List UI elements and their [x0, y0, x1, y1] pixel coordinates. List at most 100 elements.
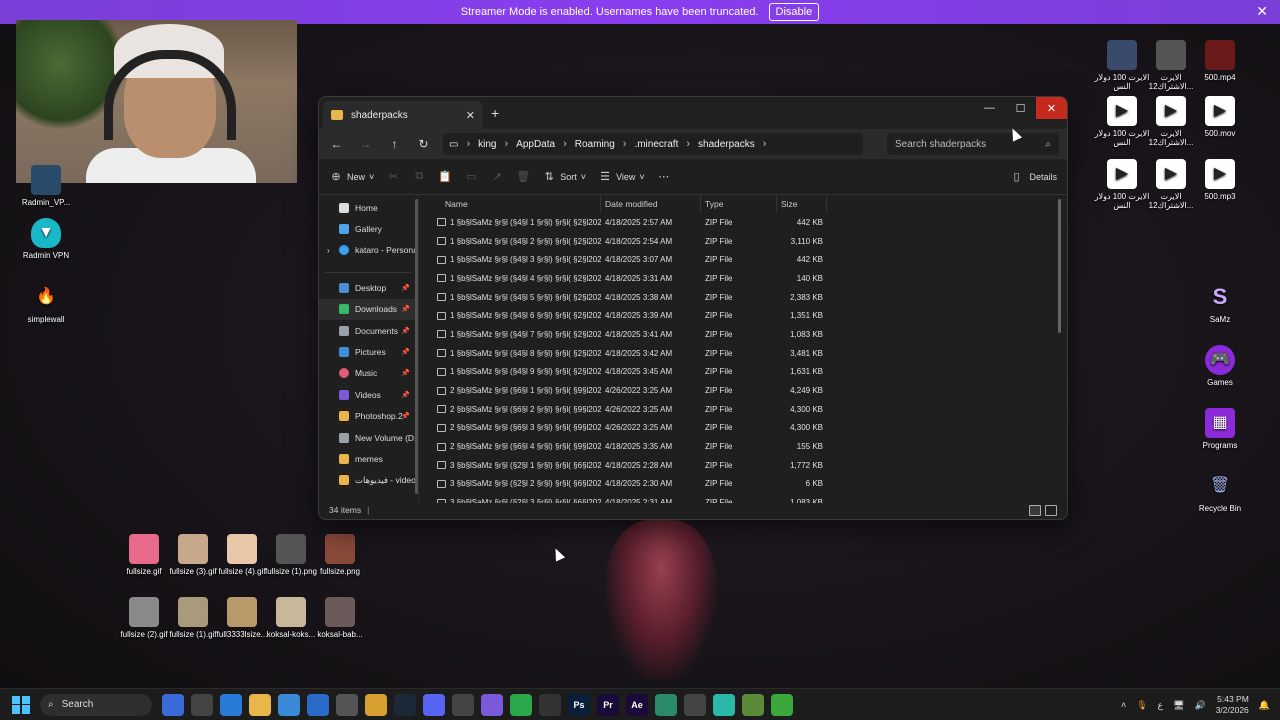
table-row[interactable]: 3 §b§lSaMz §r§l (§2§l 1 §r§l) §r§l( §6§l…	[419, 456, 1067, 475]
column-header-type[interactable]: Type	[701, 195, 777, 213]
delete-icon[interactable]: 🗑	[516, 170, 530, 184]
share-icon[interactable]: ↗	[490, 170, 504, 184]
notification-icon[interactable]: 🔔	[1259, 700, 1270, 711]
breadcrumb-item[interactable]: AppData	[516, 139, 555, 150]
close-icon[interactable]: ✕	[1256, 3, 1268, 20]
table-row[interactable]: 1 §b§lSaMz §r§l (§4§l 7 §r§l) §r§l( §2§l…	[419, 325, 1067, 344]
table-row[interactable]: 2 §b§lSaMz §r§l (§6§l 3 §r§l) §r§l( §9§l…	[419, 419, 1067, 438]
rename-icon[interactable]: ▭	[464, 170, 478, 184]
back-button[interactable]: ←	[327, 133, 346, 155]
sidebar-item-downloads[interactable]: Downloads 📌	[319, 298, 418, 320]
chevron-right-icon[interactable]: ›	[327, 246, 330, 255]
desktop-icon-simplewall[interactable]: 🔥 simplewall	[14, 282, 78, 324]
photoshop-icon[interactable]: Ps	[568, 693, 590, 716]
sidebar-item-onedrive[interactable]: › kataro - Persona	[319, 240, 418, 261]
desktop-icon-samz[interactable]: S SaMz	[1188, 282, 1252, 324]
settings-icon[interactable]	[336, 693, 358, 716]
table-row[interactable]: 1 §b§lSaMz §r§l (§4§l 4 §r§l) §r§l( §2§l…	[419, 269, 1067, 288]
nav-scrollbar[interactable]	[415, 199, 418, 494]
desktop-icon-right-8[interactable]: ▶ 500.mp3	[1188, 159, 1252, 201]
table-row[interactable]: 1 §b§lSaMz §r§l (§4§l 6 §r§l) §r§l( §2§l…	[419, 306, 1067, 325]
refresh-button[interactable]: ↻	[414, 133, 433, 155]
table-row[interactable]: 2 §b§lSaMz §r§l (§6§l 4 §r§l) §r§l( §9§l…	[419, 437, 1067, 456]
desktop-icon-right-5[interactable]: ▶ 500.mov	[1188, 96, 1252, 138]
tool-icon[interactable]	[655, 693, 677, 716]
cut-icon[interactable]: ✂	[386, 170, 400, 184]
minecraft-icon[interactable]	[742, 693, 764, 716]
table-row[interactable]: 2 §b§lSaMz §r§l (§6§l 1 §r§l) §r§l( §9§l…	[419, 381, 1067, 400]
desktop-icon-right-2[interactable]: 500.mp4	[1188, 40, 1252, 82]
tab-close-icon[interactable]: ✕	[466, 109, 475, 122]
store-icon[interactable]	[278, 693, 300, 716]
start-button[interactable]	[12, 695, 30, 714]
discord-icon[interactable]	[423, 693, 445, 716]
details-button[interactable]: ▯ Details	[1009, 170, 1057, 184]
premiere-icon[interactable]: Pr	[597, 693, 619, 716]
sidebar-item-new-volume[interactable]: New Volume (D:	[319, 427, 418, 448]
desktop-icon-programs[interactable]: ▦ Programs	[1188, 408, 1252, 450]
network-icon[interactable]: 🖥	[1173, 700, 1184, 711]
creeper-icon[interactable]	[771, 693, 793, 716]
clock[interactable]: 5:43 PM 3/2/2026	[1216, 694, 1249, 715]
desktop-icon-bottom-4[interactable]: fullsize.png	[308, 534, 372, 576]
disable-button[interactable]: Disable	[768, 3, 820, 21]
radmin-icon[interactable]	[713, 693, 735, 716]
chrome-icon[interactable]	[365, 693, 387, 716]
sidebar-item-music[interactable]: Music 📌	[319, 363, 418, 384]
desktop-icon-recycle-bin[interactable]: 🗑 Recycle Bin	[1188, 471, 1252, 513]
steam-icon[interactable]	[394, 693, 416, 716]
search-input[interactable]: Search shaderpacks ⌕	[887, 133, 1059, 155]
gamepad-icon[interactable]	[481, 693, 503, 716]
more-options-icon[interactable]: ⋯	[657, 170, 671, 184]
chevron-up-icon[interactable]: ˄	[1121, 700, 1126, 710]
table-row[interactable]: 1 §b§lSaMz §r§l (§4§l 2 §r§l) §r§l( §2§l…	[419, 232, 1067, 251]
title-bar[interactable]: shaderpacks ✕ + — ☐ ✕	[319, 97, 1067, 129]
sidebar-item-videos[interactable]: Videos 📌	[319, 384, 418, 405]
table-row[interactable]: 1 §b§lSaMz §r§l (§4§l 1 §r§l) §r§l( §2§l…	[419, 213, 1067, 232]
column-header-date[interactable]: Date modified	[601, 195, 701, 213]
table-row[interactable]: 1 §b§lSaMz §r§l (§4§l 3 §r§l) §r§l( §2§l…	[419, 250, 1067, 269]
sidebar-item-gallery[interactable]: Gallery	[319, 218, 418, 239]
outlook-icon[interactable]	[307, 693, 329, 716]
breadcrumb-item[interactable]: Roaming	[575, 139, 615, 150]
new-tab-button[interactable]: +	[491, 105, 499, 121]
new-button[interactable]: ⊕ New ˅	[329, 170, 374, 184]
after-effects-icon[interactable]: Ae	[626, 693, 648, 716]
column-header-size[interactable]: Size	[777, 195, 827, 213]
desktop-icon-bottom-9[interactable]: koksal-bab...	[308, 597, 372, 639]
column-header-name[interactable]: Name	[419, 195, 601, 213]
minimize-button[interactable]: —	[974, 97, 1005, 119]
sidebar-item-desktop[interactable]: Desktop 📌	[319, 277, 418, 298]
microphone-icon[interactable]: 🎙	[1136, 700, 1147, 711]
sidebar-item-documents[interactable]: Documents 📌	[319, 320, 418, 341]
forward-button[interactable]: →	[356, 133, 375, 155]
copilot-icon[interactable]	[162, 693, 184, 716]
chat-icon[interactable]	[510, 693, 532, 716]
volume-icon[interactable]: 🔊	[1194, 700, 1205, 711]
file-list-scrollbar[interactable]	[1058, 199, 1061, 333]
breadcrumb-item[interactable]: shaderpacks	[698, 139, 755, 150]
desktop-icon-games[interactable]: 🎮 Games	[1188, 345, 1252, 387]
desktop-icon-radmin-installer[interactable]: Radmin_VP...	[14, 165, 78, 207]
obs-icon[interactable]	[539, 693, 561, 716]
table-row[interactable]: 1 §b§lSaMz §r§l (§4§l 5 §r§l) §r§l( §2§l…	[419, 288, 1067, 307]
sort-button[interactable]: ⇅ Sort ˅	[542, 170, 586, 184]
desktop-icon-radmin-vpn[interactable]: ▼ Radmin VPN	[14, 218, 78, 260]
copy-icon[interactable]: ⧉	[412, 170, 426, 184]
taskbar-search[interactable]: ⌕ Search	[40, 693, 152, 716]
language-indicator[interactable]: ع	[1158, 700, 1163, 711]
sidebar-item-memes[interactable]: memes	[319, 448, 418, 469]
tiles-view-icon[interactable]	[1045, 504, 1057, 516]
xbox-icon[interactable]	[452, 693, 474, 716]
breadcrumb-item[interactable]: king	[478, 139, 496, 150]
close-window-button[interactable]: ✕	[1036, 97, 1067, 119]
up-button[interactable]: ↑	[385, 133, 404, 155]
task-view-icon[interactable]	[191, 693, 213, 716]
sidebar-item-home[interactable]: Home	[319, 197, 418, 218]
table-row[interactable]: 1 §b§lSaMz §r§l (§4§l 9 §r§l) §r§l( §2§l…	[419, 363, 1067, 382]
sidebar-item-photoshop[interactable]: Photoshop.2 📌	[319, 406, 418, 427]
table-row[interactable]: 2 §b§lSaMz §r§l (§6§l 2 §r§l) §r§l( §9§l…	[419, 400, 1067, 419]
sidebar-item-videos-folder[interactable]: فيديوهات - video	[319, 470, 418, 491]
table-row[interactable]: 3 §b§lSaMz §r§l (§2§l 2 §r§l) §r§l( §6§l…	[419, 475, 1067, 494]
multi-app-icon[interactable]	[220, 693, 242, 716]
